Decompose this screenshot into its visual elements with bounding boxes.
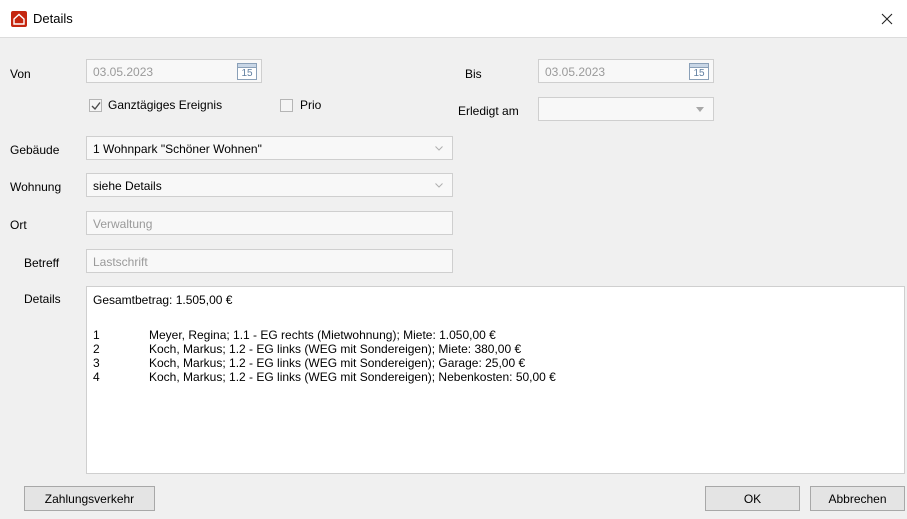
bis-date-value: 03.05.2023 — [545, 65, 606, 79]
list-item: 2 Koch, Markus; 1.2 - EG links (WEG mit … — [93, 342, 904, 356]
entry-number: 3 — [93, 356, 100, 370]
calendar-icon[interactable]: 15 — [237, 63, 257, 80]
prio-label: Prio — [300, 98, 322, 112]
bis-date-field[interactable]: 03.05.2023 15 — [538, 59, 714, 83]
ort-label: Ort — [10, 218, 27, 232]
gebaeude-label: Gebäude — [10, 143, 60, 157]
wohnung-dropdown[interactable]: siehe Details — [86, 173, 453, 197]
entry-text: Koch, Markus; 1.2 - EG links (WEG mit So… — [149, 370, 556, 384]
chevron-down-icon — [435, 183, 443, 188]
zahlungsverkehr-button[interactable]: Zahlungsverkehr — [24, 486, 155, 511]
ort-value: Verwaltung — [93, 217, 153, 231]
von-label: Von — [10, 67, 31, 81]
entry-number: 1 — [93, 328, 100, 342]
close-icon — [881, 13, 893, 25]
betreff-field[interactable]: Lastschrift — [86, 249, 453, 273]
chevron-down-icon — [435, 146, 443, 151]
von-date-field[interactable]: 03.05.2023 15 — [86, 59, 262, 83]
wohnung-value: siehe Details — [93, 179, 162, 193]
bis-label: Bis — [465, 67, 482, 81]
betreff-value: Lastschrift — [93, 255, 148, 269]
ok-button[interactable]: OK — [705, 486, 800, 511]
checkmark-icon — [91, 102, 101, 111]
list-item: 1 Meyer, Regina; 1.1 - EG rechts (Mietwo… — [93, 328, 904, 342]
prio-checkbox[interactable] — [280, 99, 293, 112]
erledigt-label: Erledigt am — [458, 104, 519, 118]
calendar-icon[interactable]: 15 — [689, 63, 709, 80]
close-button[interactable] — [867, 0, 907, 38]
details-textarea[interactable]: Gesamtbetrag: 1.505,00 € 1 Meyer, Regina… — [86, 286, 905, 474]
details-label: Details — [24, 292, 61, 306]
details-entries: 1 Meyer, Regina; 1.1 - EG rechts (Mietwo… — [93, 328, 904, 384]
betreff-label: Betreff — [24, 256, 60, 270]
list-item: 4 Koch, Markus; 1.2 - EG links (WEG mit … — [93, 370, 904, 384]
details-summary: Gesamtbetrag: 1.505,00 € — [93, 293, 233, 307]
entry-number: 4 — [93, 370, 100, 384]
entry-text: Koch, Markus; 1.2 - EG links (WEG mit So… — [149, 342, 522, 356]
house-icon — [11, 11, 27, 27]
entry-text: Koch, Markus; 1.2 - EG links (WEG mit So… — [149, 356, 526, 370]
wohnung-label: Wohnung — [10, 180, 62, 194]
erledigt-dropdown[interactable] — [538, 97, 714, 121]
allday-checkbox[interactable] — [89, 99, 102, 112]
chevron-down-icon — [696, 107, 704, 112]
entry-text: Meyer, Regina; 1.1 - EG rechts (Mietwohn… — [149, 328, 496, 342]
list-item: 3 Koch, Markus; 1.2 - EG links (WEG mit … — [93, 356, 904, 370]
entry-number: 2 — [93, 342, 100, 356]
calendar-day: 15 — [693, 68, 705, 79]
cancel-button[interactable]: Abbrechen — [810, 486, 905, 511]
allday-label: Ganztägiges Ereignis — [108, 98, 223, 112]
title-bar: Details — [0, 0, 907, 38]
ort-field[interactable]: Verwaltung — [86, 211, 453, 235]
window-title: Details — [33, 11, 73, 26]
gebaeude-value: 1 Wohnpark "Schöner Wohnen" — [93, 142, 262, 156]
calendar-day: 15 — [241, 68, 253, 79]
von-date-value: 03.05.2023 — [93, 65, 154, 79]
gebaeude-dropdown[interactable]: 1 Wohnpark "Schöner Wohnen" — [86, 136, 453, 160]
